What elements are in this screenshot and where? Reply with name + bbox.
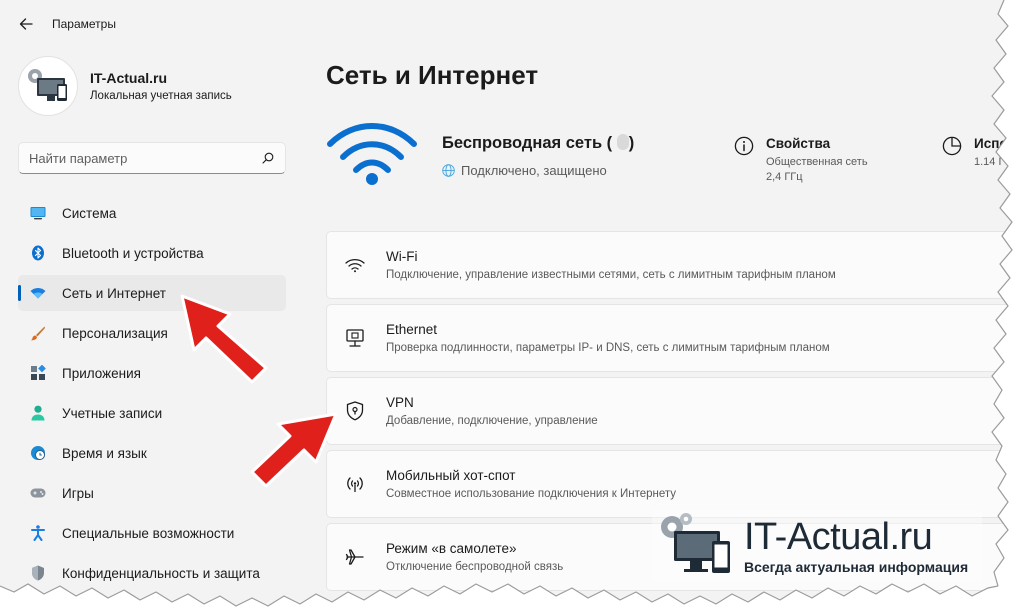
settings-window: Параметры IT-Actual.ru Локальная учетная…: [0, 0, 1023, 616]
torn-edge-decoration: [0, 0, 1023, 616]
